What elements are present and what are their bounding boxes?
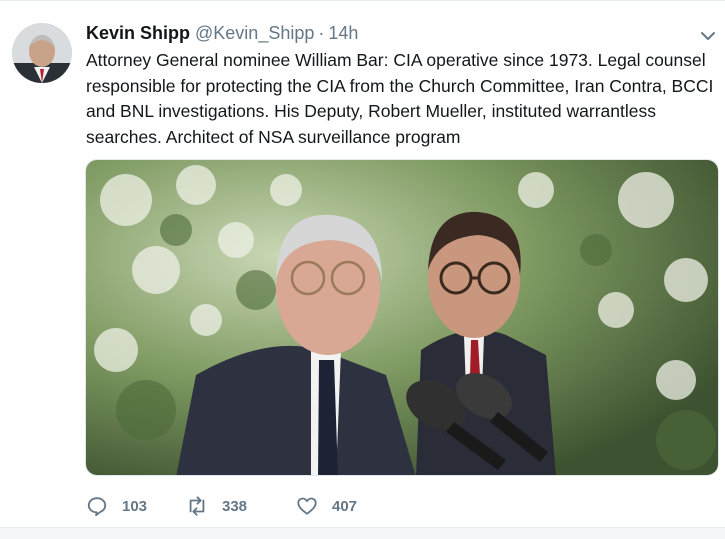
retweet-count: 338: [222, 497, 248, 515]
tweet-divider: [0, 527, 725, 539]
tweet-text: Attorney General nominee William Bar: CI…: [86, 48, 714, 150]
tweet-text-line: Attorney General nominee William Bar: CI…: [86, 50, 706, 70]
avatar[interactable]: [12, 23, 72, 83]
retweet-button[interactable]: 338: [186, 495, 296, 517]
heart-icon: [297, 497, 317, 515]
chevron-down-icon[interactable]: [699, 29, 717, 43]
reply-count: 103: [122, 497, 148, 515]
tweet-text-line: and BNL investigations. His Deputy, Robe…: [86, 101, 656, 121]
tweet-text-line: responsible for protecting the CIA from …: [86, 75, 714, 96]
separator-dot: ·: [318, 23, 325, 43]
reply-icon: [87, 497, 107, 517]
tweet-text-line: searches. Architect of NSA surveillance …: [86, 126, 461, 147]
user-handle[interactable]: @Kevin_Shipp: [195, 23, 314, 44]
display-name[interactable]: Kevin Shipp: [86, 23, 190, 44]
like-button[interactable]: 407: [296, 495, 396, 517]
retweet-icon: [189, 496, 205, 516]
tweet-header: Kevin Shipp @Kevin_Shipp · 14h: [86, 23, 358, 47]
like-count: 407: [332, 497, 358, 515]
tweet[interactable]: Kevin Shipp @Kevin_Shipp · 14h Attorney …: [0, 0, 725, 539]
avatar-photo: [12, 23, 72, 83]
tweet-actions: 103 338 407: [86, 494, 396, 518]
tweet-media-photo[interactable]: [85, 159, 719, 476]
reply-button[interactable]: 103: [86, 495, 186, 517]
timestamp[interactable]: 14h: [328, 23, 358, 44]
